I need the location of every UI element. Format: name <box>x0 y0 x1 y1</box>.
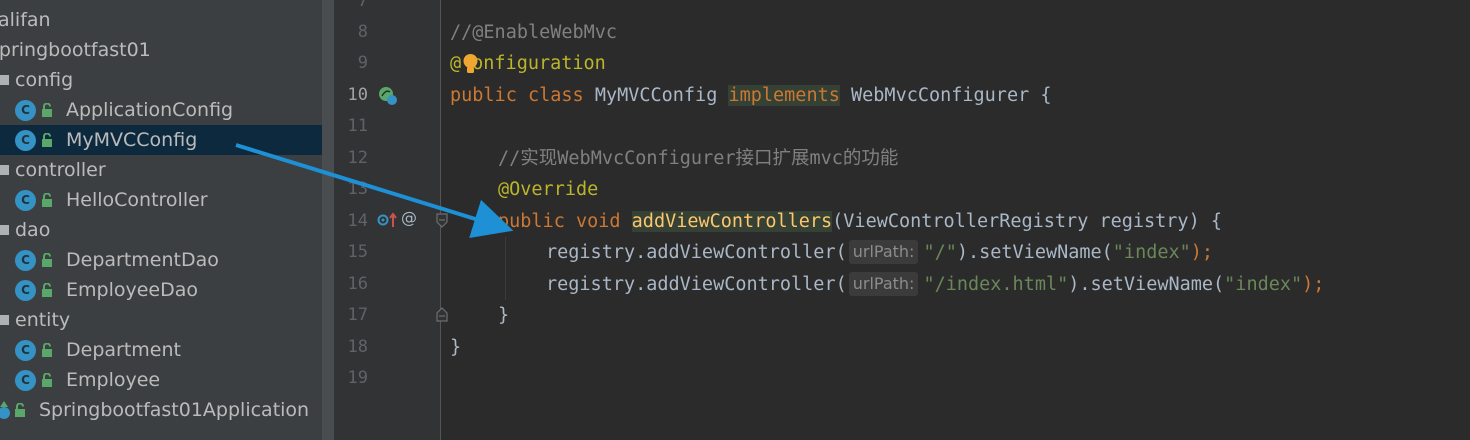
arrow-line <box>235 143 514 239</box>
annotation-arrow <box>235 143 514 239</box>
